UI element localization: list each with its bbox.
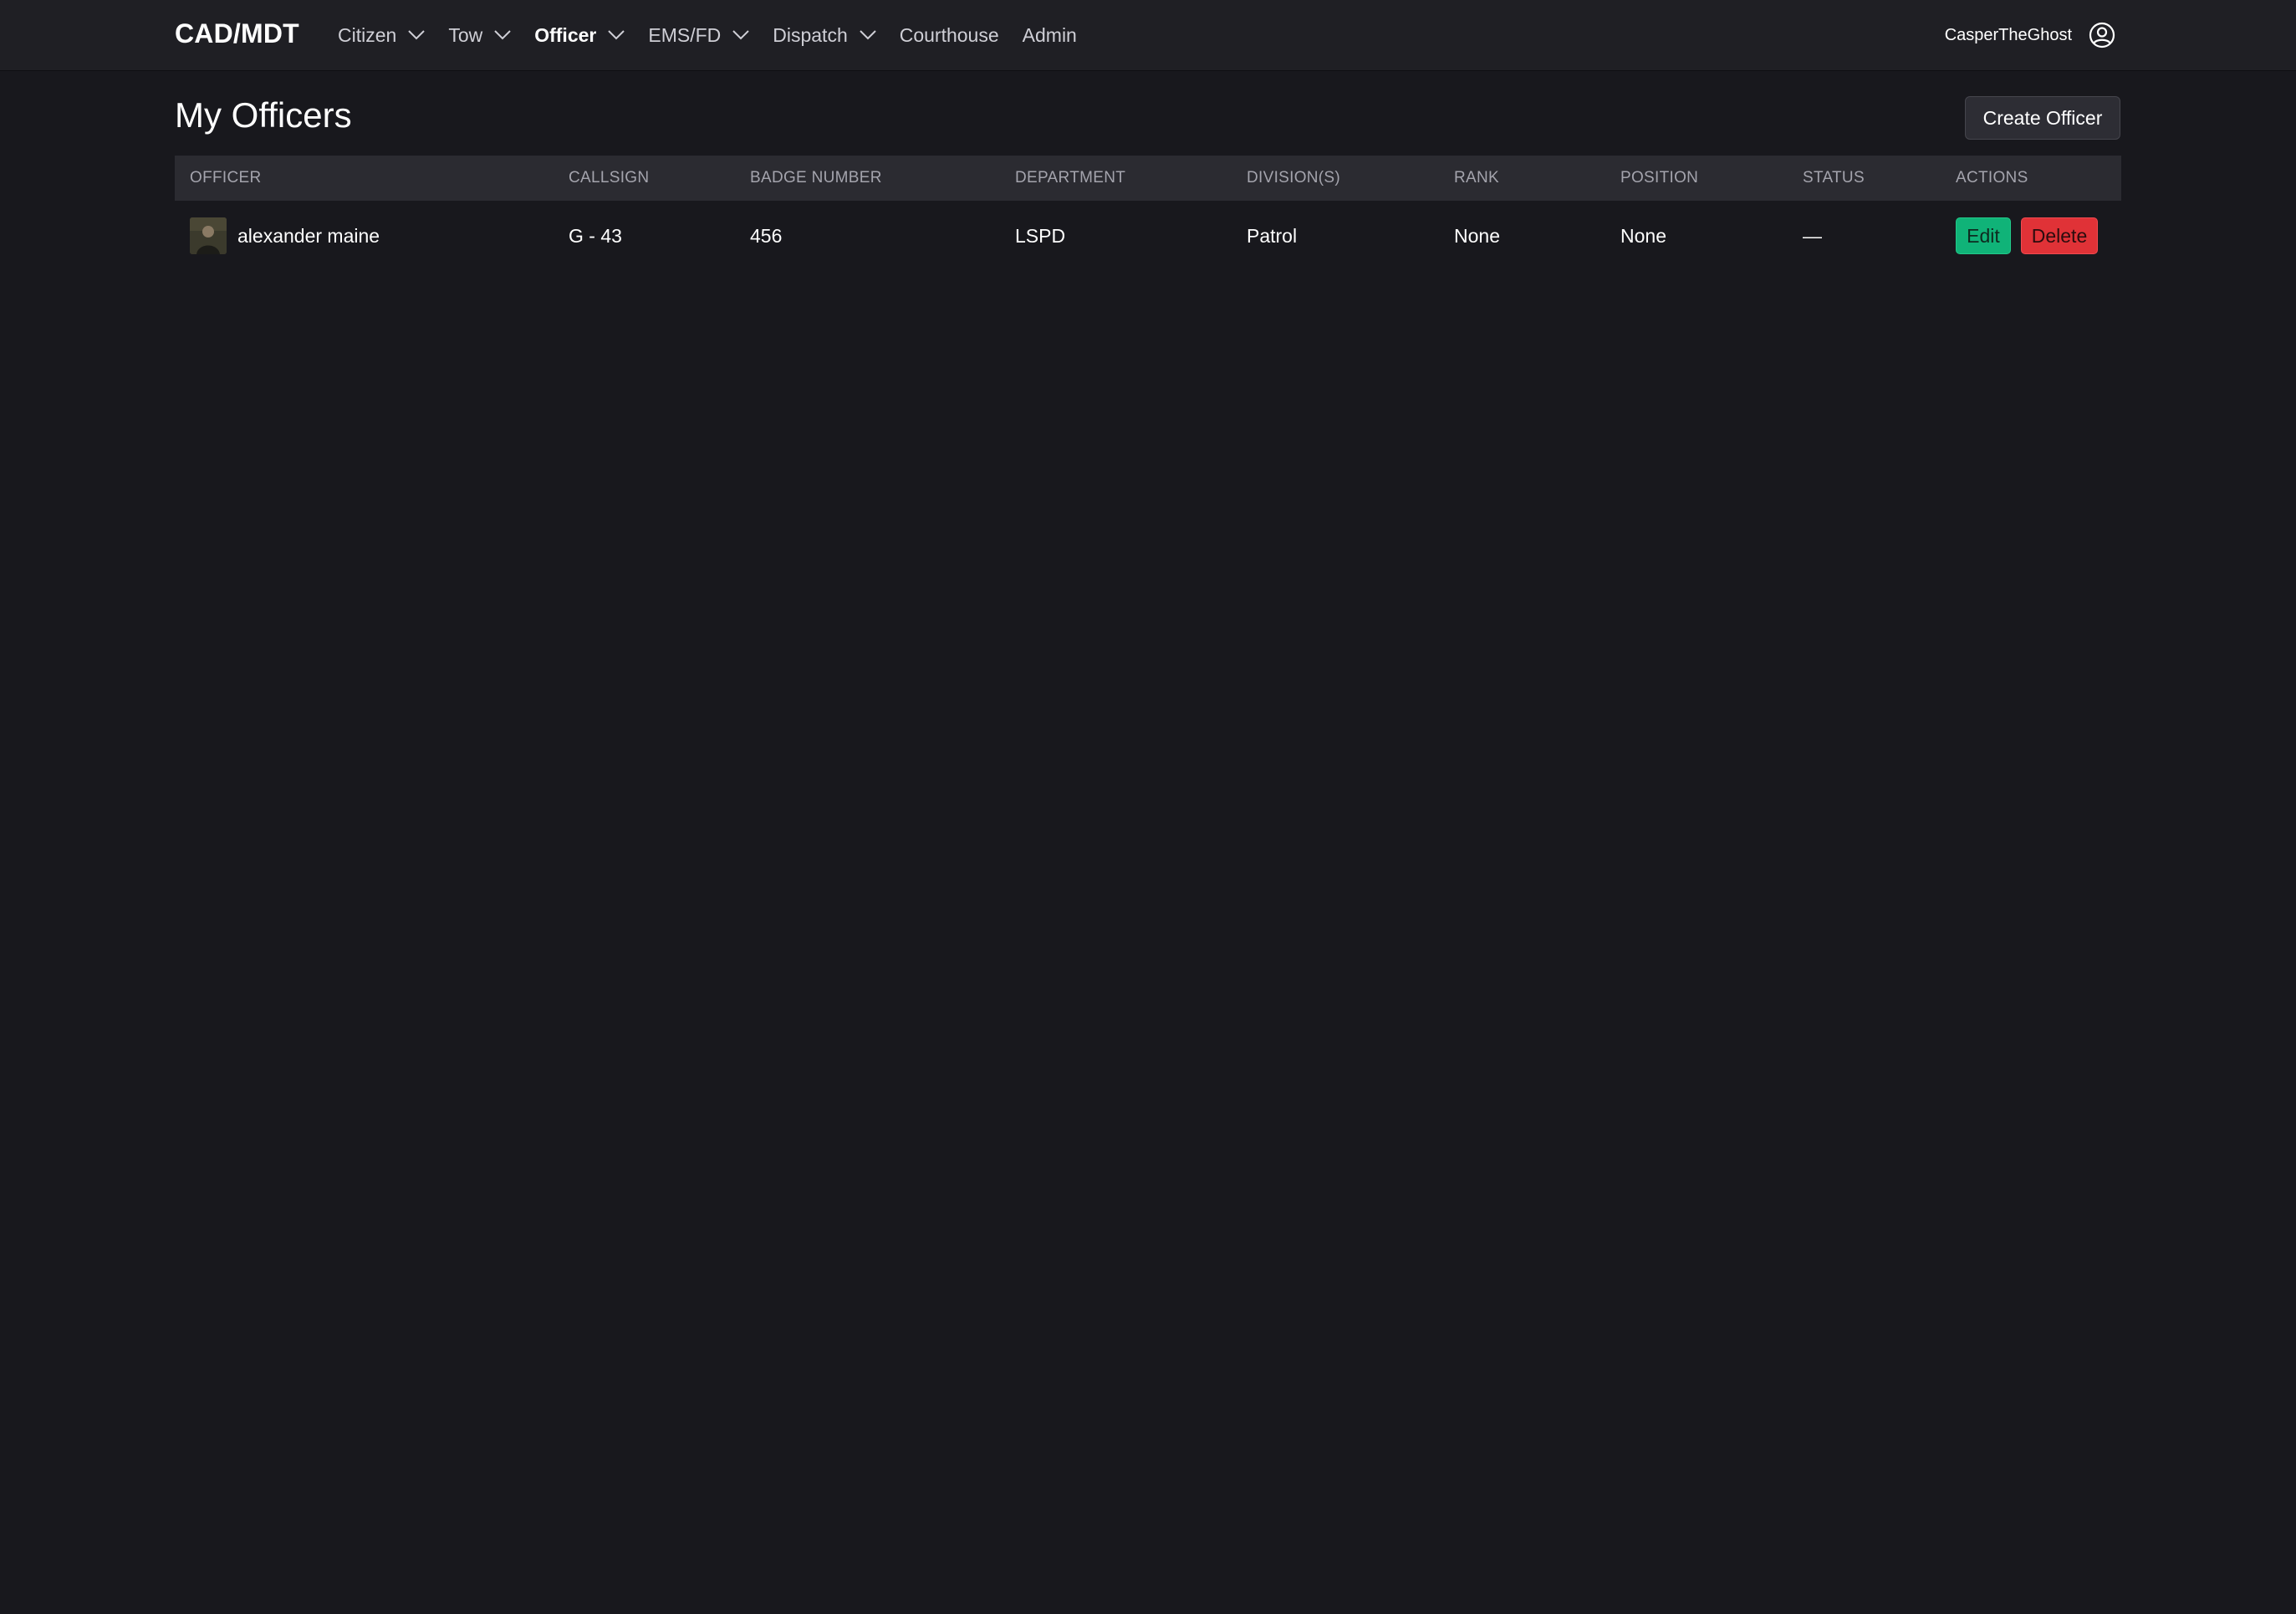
divisions-cell: Patrol (1247, 224, 1298, 247)
nav-item-label: Courthouse (899, 23, 999, 46)
nav-item-label: EMS/FD (648, 23, 722, 46)
delete-button[interactable]: Delete (2021, 217, 2098, 254)
chevron-down-icon (608, 30, 625, 40)
nav-item-label: Dispatch (773, 23, 848, 46)
officers-table: OFFICER CALLSIGN BADGE NUMBER DEPARTMENT… (175, 156, 2121, 271)
chevron-down-icon (732, 30, 749, 40)
officer-avatar (190, 217, 227, 254)
rank-cell: None (1454, 224, 1500, 247)
officer-name: alexander maine (237, 224, 380, 247)
user-circle-icon[interactable] (2089, 22, 2115, 49)
column-header-badge-number[interactable]: BADGE NUMBER (750, 156, 1015, 201)
table-header-row: OFFICER CALLSIGN BADGE NUMBER DEPARTMENT… (175, 156, 2121, 201)
top-navbar: CAD/MDT Citizen Tow Officer EMS/FD Dispa… (0, 0, 2296, 70)
column-header-position[interactable]: POSITION (1620, 156, 1803, 201)
nav-links: Citizen Tow Officer EMS/FD Dispatch Cour… (338, 0, 1100, 70)
officer-cell: alexander maine (175, 201, 569, 271)
column-header-department[interactable]: DEPARTMENT (1015, 156, 1247, 201)
username: CasperTheGhost (1944, 25, 2072, 44)
department-cell: LSPD (1015, 224, 1066, 247)
nav-item-officer[interactable]: Officer (534, 24, 625, 47)
callsign-cell: G - 43 (569, 224, 622, 247)
nav-item-citizen[interactable]: Citizen (338, 23, 426, 47)
page-title: My Officers (175, 95, 352, 135)
edit-button[interactable]: Edit (1956, 217, 2011, 254)
nav-item-courthouse[interactable]: Courthouse (900, 24, 999, 47)
brand-logo[interactable]: CAD/MDT (175, 18, 299, 49)
actions-cell: Edit Delete (1956, 201, 2121, 271)
position-cell: None (1620, 224, 1666, 247)
status-cell: — (1803, 224, 1822, 247)
column-header-status[interactable]: STATUS (1803, 156, 1956, 201)
nav-item-label: Citizen (338, 23, 397, 46)
user-menu[interactable]: CasperTheGhost (1945, 0, 2115, 70)
column-header-callsign[interactable]: CALLSIGN (569, 156, 750, 201)
nav-item-admin[interactable]: Admin (1023, 24, 1077, 47)
nav-item-label: Officer (534, 23, 597, 46)
create-officer-button[interactable]: Create Officer (1965, 96, 2120, 140)
badge-number-cell: 456 (750, 224, 783, 247)
nav-item-dispatch[interactable]: Dispatch (773, 23, 876, 47)
nav-item-label: Admin (1022, 23, 1077, 46)
nav-item-label: Tow (448, 23, 483, 46)
nav-item-ems-fd[interactable]: EMS/FD (648, 24, 749, 47)
chevron-down-icon (408, 30, 426, 40)
chevron-down-icon (860, 30, 876, 40)
table-row[interactable]: alexander maine G - 43 456 LSPD Patrol N… (175, 201, 2121, 271)
column-header-actions: ACTIONS (1956, 169, 2028, 186)
column-header-rank[interactable]: RANK (1454, 156, 1620, 201)
chevron-down-icon (494, 30, 511, 40)
column-header-divisions[interactable]: DIVISION(S) (1247, 156, 1454, 201)
nav-item-tow[interactable]: Tow (448, 24, 511, 47)
column-header-officer[interactable]: OFFICER (175, 156, 569, 201)
